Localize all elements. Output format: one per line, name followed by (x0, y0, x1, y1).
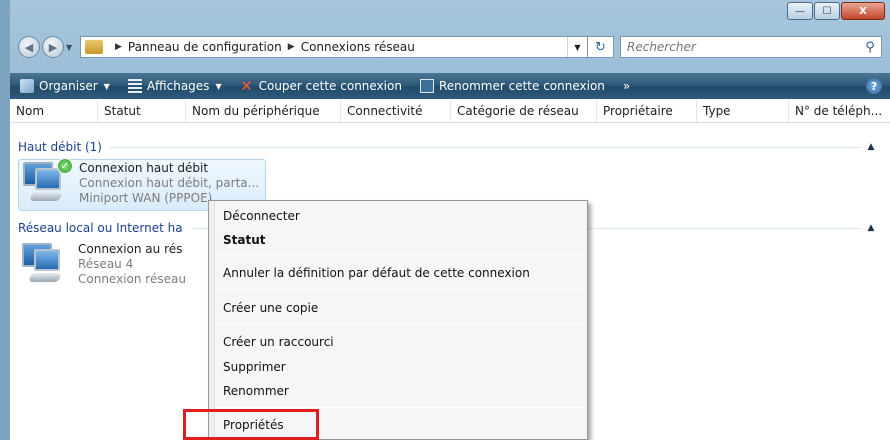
item-status: Réseau 4 (78, 257, 134, 271)
disconnect-button[interactable]: ✕ Couper cette connexion (240, 77, 402, 95)
group-title: Réseau local ou Internet ha (18, 221, 183, 235)
views-button[interactable]: Affichages ▼ (127, 79, 222, 93)
menu-item-create-copy[interactable]: Créer une copie (223, 298, 318, 318)
modem-icon (29, 192, 63, 201)
organize-button[interactable]: Organiser ▼ (20, 79, 110, 93)
menu-item-create-shortcut[interactable]: Créer un raccourci (223, 332, 334, 352)
close-button[interactable]: X (841, 2, 885, 20)
item-status: Connexion haut débit, parta... (79, 176, 260, 190)
maximize-icon: ☐ (822, 5, 832, 17)
network-connection-icon (18, 241, 72, 287)
rename-connection-button[interactable]: Renommer cette connexion (419, 79, 605, 93)
maximize-button[interactable]: ☐ (814, 2, 840, 20)
monitor-icon (35, 168, 61, 190)
column-owner[interactable]: Propriétaire (597, 99, 697, 122)
organize-label: Organiser (39, 79, 98, 93)
minimize-icon: — (795, 5, 805, 17)
views-icon (127, 79, 142, 93)
command-toolbar: Organiser ▼ Affichages ▼ ✕ Couper cette … (10, 73, 890, 99)
column-phone-number[interactable]: N° de téléph... (789, 99, 890, 122)
control-panel-icon (85, 40, 103, 54)
menu-separator (217, 323, 583, 324)
item-name: Connexion au rés (78, 242, 183, 256)
address-dropdown-icon[interactable]: ▼ (567, 37, 587, 57)
group-divider (109, 146, 860, 148)
group-header-broadband[interactable]: Haut débit (1) ▲ (18, 139, 878, 155)
disconnect-x-icon: ✕ (240, 77, 253, 95)
history-dropdown[interactable]: ▼ (66, 43, 76, 52)
refresh-icon: ↻ (595, 39, 606, 55)
context-menu-gutter (209, 201, 215, 439)
address-bar[interactable]: ▶ Panneau de configuration ▶ Connexions … (80, 36, 588, 58)
item-text: Connexion au rés Réseau 4 Connexion rése… (72, 241, 186, 293)
organize-icon (20, 79, 34, 93)
search-icon[interactable]: ⚲ (859, 40, 881, 55)
chevron-down-icon: ▼ (215, 81, 222, 91)
chevron-down-icon: ▼ (103, 81, 110, 91)
forward-arrow-icon: ▶ (48, 40, 58, 54)
breadcrumb-control-panel[interactable]: Panneau de configuration (128, 40, 282, 54)
column-network-category[interactable]: Catégorie de réseau (451, 99, 597, 122)
connected-check-icon: ✓ (57, 158, 73, 174)
forward-button[interactable]: ▶ (42, 36, 64, 58)
column-type[interactable]: Type (697, 99, 789, 122)
properties-highlight-annotation (183, 409, 319, 440)
menu-separator (217, 289, 583, 290)
column-connectivity[interactable]: Connectivité (341, 99, 451, 122)
item-name: Connexion haut débit (79, 161, 209, 175)
breadcrumb-separator-icon[interactable]: ▶ (288, 42, 295, 52)
more-chevron-icon: » (622, 79, 631, 93)
back-button[interactable]: ◀ (18, 36, 40, 58)
more-commands-button[interactable]: » (623, 79, 630, 93)
group-title: Haut débit (1) (18, 140, 102, 154)
rename-icon (419, 79, 434, 93)
menu-item-disconnect[interactable]: Déconnecter (223, 206, 300, 226)
column-device-name[interactable]: Nom du périphérique (186, 99, 341, 122)
close-icon: X (859, 5, 867, 17)
list-item-lan-connection[interactable]: Connexion au rés Réseau 4 Connexion rése… (18, 241, 218, 293)
column-status[interactable]: Statut (98, 99, 186, 122)
breadcrumb-network-connections[interactable]: Connexions réseau (301, 40, 415, 54)
back-arrow-icon: ◀ (24, 40, 34, 54)
views-label: Affichages (146, 79, 210, 93)
menu-item-unset-default[interactable]: Annuler la définition par défaut de cett… (223, 263, 530, 283)
search-box[interactable]: ⚲ (620, 36, 882, 58)
item-device: Connexion réseau (78, 272, 186, 286)
chevron-up-icon[interactable]: ▲ (864, 142, 878, 152)
search-input[interactable] (627, 40, 827, 54)
caption-buttons: — ☐ X (786, 2, 885, 20)
minimize-button[interactable]: — (787, 2, 813, 20)
rename-label: Renommer cette connexion (438, 79, 605, 93)
disconnect-label: Couper cette connexion (258, 79, 402, 93)
window-left-border (0, 0, 10, 440)
menu-separator (217, 254, 583, 255)
chevron-up-icon[interactable]: ▲ (864, 223, 878, 233)
menu-item-status[interactable]: Statut (223, 230, 266, 250)
context-menu: Déconnecter Statut Annuler la définition… (208, 200, 588, 440)
breadcrumb-separator-icon[interactable]: ▶ (115, 42, 122, 52)
refresh-button[interactable]: ↻ (588, 36, 614, 58)
address-row: ◀ ▶ ▼ ▶ Panneau de configuration ▶ Conne… (18, 34, 882, 60)
network-connection-icon: ✓ (19, 158, 73, 206)
column-name[interactable]: Nom (10, 99, 98, 122)
help-icon[interactable]: ? (866, 78, 882, 94)
menu-separator (217, 407, 583, 408)
monitor-icon (34, 249, 60, 271)
menu-item-delete[interactable]: Supprimer (223, 357, 286, 377)
network-cable-icon (28, 273, 62, 282)
menu-item-rename[interactable]: Renommer (223, 381, 289, 401)
column-header-row: Nom Statut Nom du périphérique Connectiv… (10, 99, 890, 123)
